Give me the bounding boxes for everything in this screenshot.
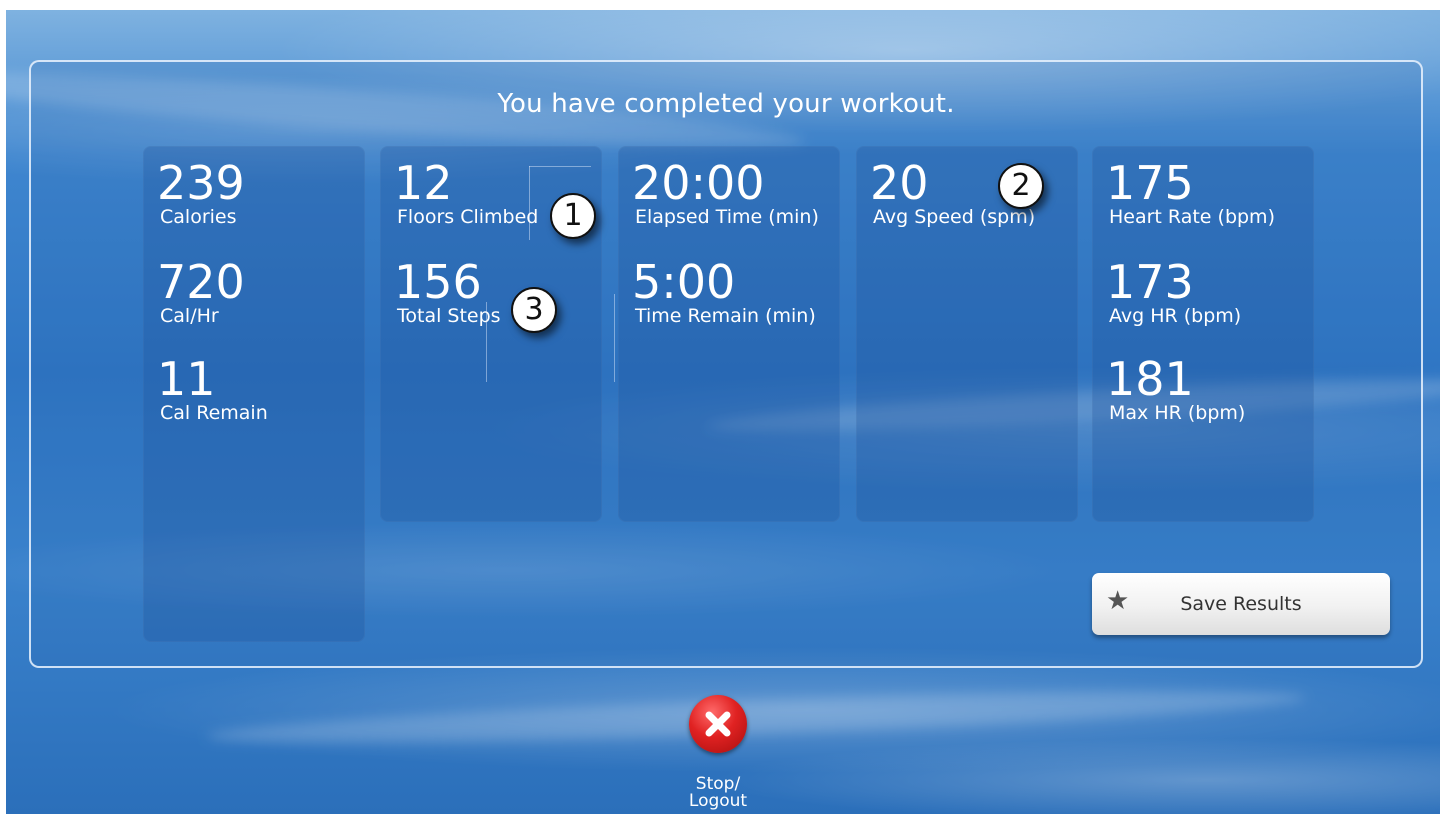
cal-remain-value: 11 (157, 352, 216, 406)
save-results-label: Save Results (1180, 593, 1302, 615)
time-column: 20:00 Elapsed Time (min) 5:00 Time Remai… (618, 146, 840, 522)
max-hr-label: Max HR (bpm) (1109, 402, 1246, 424)
guide-line (614, 294, 615, 382)
avg-hr-label: Avg HR (bpm) (1109, 305, 1242, 327)
callout-marker-1: 1 (550, 193, 596, 239)
stop-logout-label[interactable]: Stop/ Logout (668, 776, 768, 810)
floors-climbed-label: Floors Climbed (397, 206, 539, 228)
avg-speed-label: Avg Speed (spm) (873, 206, 1036, 228)
save-results-button[interactable]: ★ Save Results (1092, 573, 1390, 635)
completion-message: You have completed your workout. (497, 89, 955, 119)
heart-rate-value: 175 (1106, 156, 1194, 210)
time-remain-label: Time Remain (min) (635, 305, 816, 327)
workout-summary-screen: You have completed your workout. 239 Cal… (6, 10, 1440, 814)
cal-remain-label: Cal Remain (160, 402, 268, 424)
stat-heart-rate: 175 Heart Rate (bpm) (1106, 160, 1275, 228)
stat-floors-climbed: 12 Floors Climbed (394, 160, 538, 228)
cal-hr-value: 720 (157, 255, 245, 309)
speed-column: 20 Avg Speed (spm) (856, 146, 1078, 522)
guide-line (529, 166, 591, 167)
stop-logout-button[interactable] (689, 695, 747, 753)
time-remain-value: 5:00 (632, 255, 736, 309)
stat-calories: 239 Calories (157, 160, 245, 228)
calories-value: 239 (157, 156, 245, 210)
results-panel: You have completed your workout. 239 Cal… (29, 60, 1423, 668)
stat-elapsed-time: 20:00 Elapsed Time (min) (632, 160, 819, 228)
total-steps-value: 156 (394, 255, 482, 309)
avg-hr-value: 173 (1106, 255, 1194, 309)
stop-label-line2: Logout (688, 791, 748, 811)
elapsed-time-value: 20:00 (632, 156, 765, 210)
floors-climbed-value: 12 (394, 156, 453, 210)
heart-rate-column: 175 Heart Rate (bpm) 173 Avg HR (bpm) 18… (1092, 146, 1314, 522)
stat-total-steps: 156 Total Steps (394, 259, 501, 327)
stat-avg-hr: 173 Avg HR (bpm) (1106, 259, 1241, 327)
heart-rate-label: Heart Rate (bpm) (1109, 206, 1275, 228)
stat-cal-hr: 720 Cal/Hr (157, 259, 245, 327)
calories-label: Calories (160, 206, 237, 228)
stat-cal-remain: 11 Cal Remain (157, 356, 268, 424)
callout-marker-2: 2 (998, 163, 1044, 209)
stat-time-remain: 5:00 Time Remain (min) (632, 259, 816, 327)
calories-column: 239 Calories 720 Cal/Hr 11 Cal Remain (143, 146, 365, 642)
elapsed-time-label: Elapsed Time (min) (635, 206, 819, 228)
close-x-icon (705, 711, 731, 737)
max-hr-value: 181 (1106, 352, 1194, 406)
guide-line (486, 302, 487, 382)
stat-max-hr: 181 Max HR (bpm) (1106, 356, 1245, 424)
guide-line (529, 166, 530, 240)
callout-marker-3: 3 (511, 287, 557, 333)
background-swoosh (205, 680, 1307, 754)
